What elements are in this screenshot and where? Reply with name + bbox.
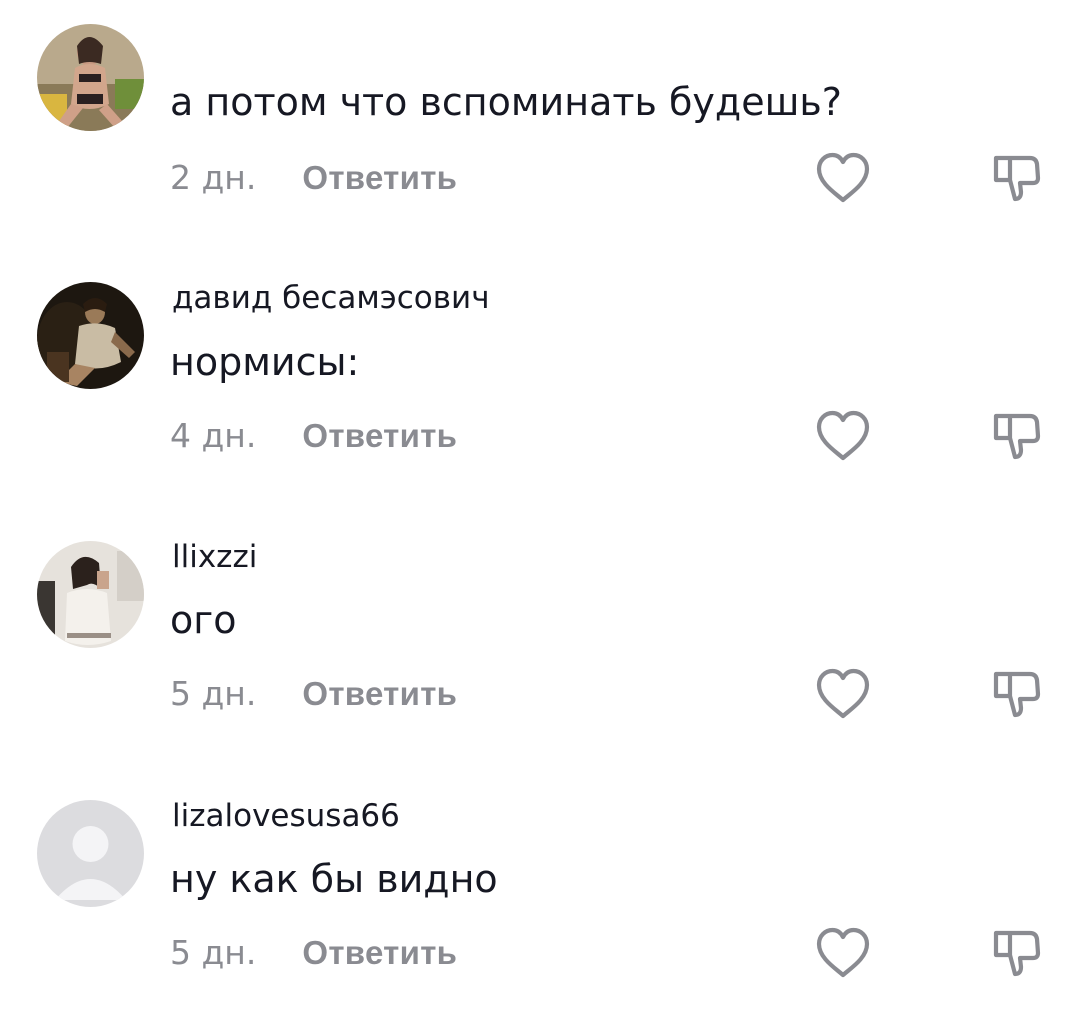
comment-username[interactable]: давид бесамэсович — [172, 280, 490, 316]
comment-meta: 2 дн. Ответить — [170, 158, 457, 197]
heart-outline-icon[interactable] — [815, 410, 871, 462]
reply-button[interactable]: Ответить — [302, 675, 457, 712]
comment-text: а потом что вспоминать будешь? — [170, 80, 842, 124]
comment-meta: 5 дн. Ответить — [170, 933, 457, 972]
reply-button[interactable]: Ответить — [302, 934, 457, 971]
reply-button[interactable]: Ответить — [302, 159, 457, 196]
heart-outline-icon[interactable] — [815, 668, 871, 720]
thumbs-down-outline-icon[interactable] — [990, 410, 1042, 462]
thumbs-down-outline-icon[interactable] — [990, 152, 1042, 204]
comment-text: ну как бы видно — [170, 857, 498, 901]
heart-outline-icon[interactable] — [815, 927, 871, 979]
reply-button[interactable]: Ответить — [302, 417, 457, 454]
avatar[interactable] — [37, 541, 144, 648]
thumbs-down-outline-icon[interactable] — [990, 668, 1042, 720]
comment-date: 4 дн. — [170, 416, 257, 455]
heart-outline-icon[interactable] — [815, 152, 871, 204]
comment-meta: 5 дн. Ответить — [170, 674, 457, 713]
comment-text: нормисы: — [170, 340, 360, 384]
comment-username[interactable]: lizalovesusa66 — [172, 798, 400, 834]
thumbs-down-outline-icon[interactable] — [990, 927, 1042, 979]
avatar[interactable] — [37, 282, 144, 389]
comment-date: 2 дн. — [170, 158, 257, 197]
avatar[interactable] — [37, 800, 144, 907]
avatar[interactable] — [37, 24, 144, 131]
comment-username[interactable]: llixzzi — [172, 539, 257, 575]
comment-meta: 4 дн. Ответить — [170, 416, 457, 455]
comment-date: 5 дн. — [170, 933, 257, 972]
comment-text: ого — [170, 598, 237, 642]
comment-date: 5 дн. — [170, 674, 257, 713]
